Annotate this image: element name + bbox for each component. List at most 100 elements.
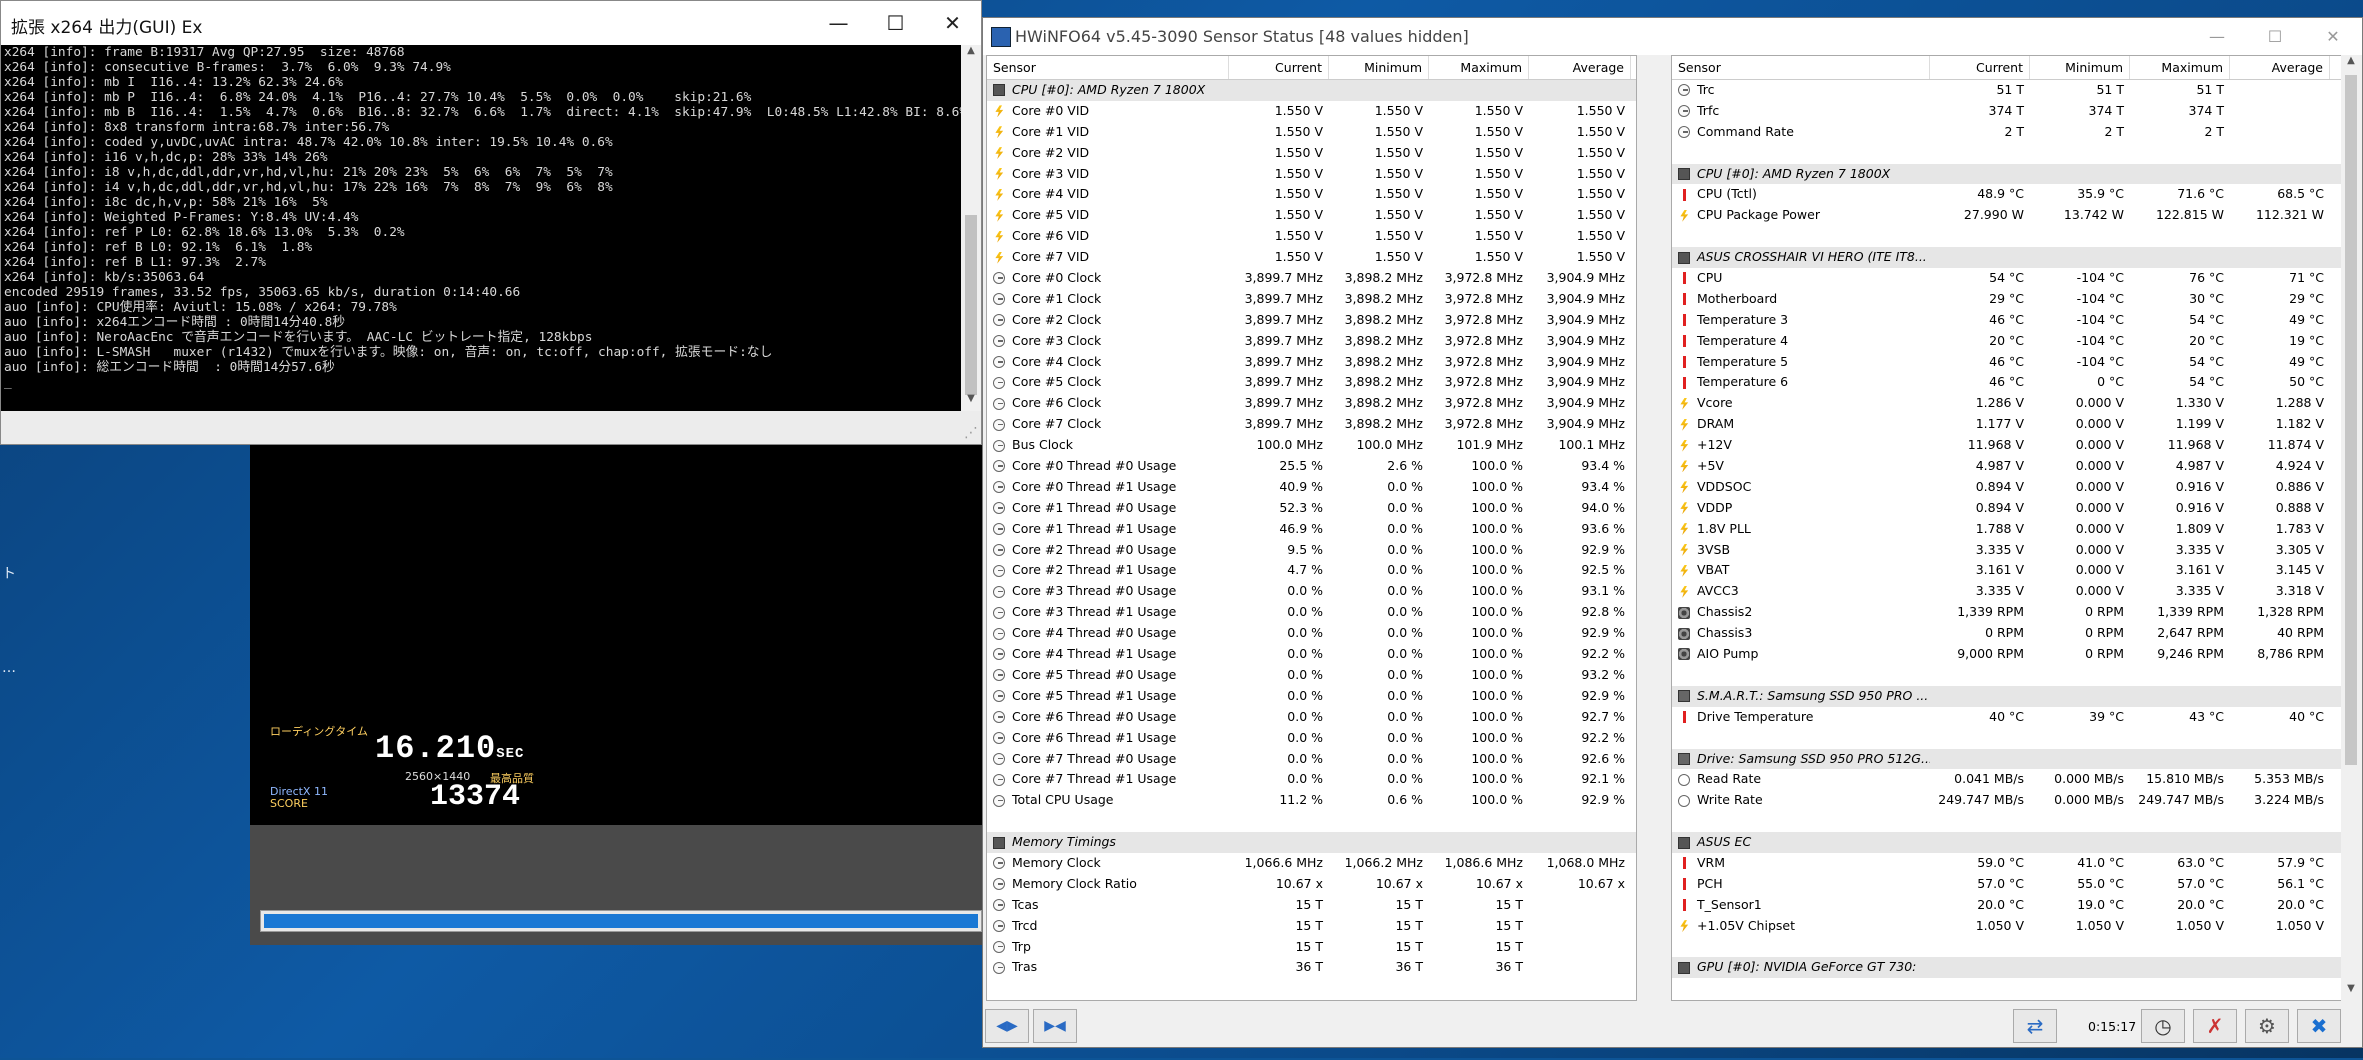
- sensor-row[interactable]: 3VSB 3.335 V 0.000 V 3.335 V 3.305 V: [1672, 540, 2360, 561]
- left-scrollbar[interactable]: [1637, 55, 1657, 1001]
- sensor-row[interactable]: Core #2 Clock 3,899.7 MHz 3,898.2 MHz 3,972…: [987, 310, 1636, 331]
- sensor-table-right[interactable]: Sensor Current Minimum Maximum Average Trc 51 …: [1671, 55, 2361, 1001]
- close-sensors-button[interactable]: ✖: [2297, 1009, 2341, 1043]
- sensor-row[interactable]: Core #7 Thread #0 Usage 0.0 % 0.0 % 100.0 %…: [987, 749, 1636, 770]
- column-header-minimum[interactable]: Minimum: [2030, 56, 2130, 79]
- nav-left-button[interactable]: ◀▶: [985, 1009, 1029, 1043]
- sensor-row[interactable]: +12V 11.968 V 0.000 V 11.968 V 11.874 V: [1672, 435, 2360, 456]
- sensor-row[interactable]: Vcore 1.286 V 0.000 V 1.330 V 1.288 V: [1672, 393, 2360, 414]
- sensor-row[interactable]: +1.05V Chipset 1.050 V 1.050 V 1.050 V 1.050…: [1672, 916, 2360, 937]
- sensor-row[interactable]: Temperature 6 46 °C 0 °C 54 °C 50 °C: [1672, 372, 2360, 393]
- sensor-row[interactable]: Drive Temperature 40 °C 39 °C 43 °C 40 °C: [1672, 707, 2360, 728]
- sensor-row[interactable]: Trc 51 T 51 T 51 T: [1672, 80, 2360, 101]
- sensor-row[interactable]: Core #5 Thread #1 Usage 0.0 % 0.0 % 100.0 %…: [987, 686, 1636, 707]
- maximize-button[interactable]: ☐: [2246, 18, 2304, 55]
- column-header-minimum[interactable]: Minimum: [1329, 56, 1429, 79]
- column-header-average[interactable]: Average: [2230, 56, 2330, 79]
- sensor-row[interactable]: Core #7 Clock 3,899.7 MHz 3,898.2 MHz 3,972…: [987, 414, 1636, 435]
- title-bar[interactable]: HWiNFO64 v5.45-3090 Sensor Status [48 va…: [983, 18, 2362, 55]
- sensor-row[interactable]: Core #1 Thread #1 Usage 46.9 % 0.0 % 100.0 …: [987, 519, 1636, 540]
- sensor-row[interactable]: Core #0 VID 1.550 V 1.550 V 1.550 V 1.550 V: [987, 101, 1636, 122]
- scrollbar-thumb[interactable]: [2345, 75, 2357, 765]
- right-scrollbar[interactable]: ▲ ▼: [2341, 55, 2361, 1001]
- sensor-row[interactable]: Core #1 VID 1.550 V 1.550 V 1.550 V 1.550 V: [987, 122, 1636, 143]
- sensor-row[interactable]: Tras 36 T 36 T 36 T: [987, 957, 1636, 978]
- sensor-group-row[interactable]: CPU [#0]: AMD Ryzen 7 1800X: [987, 80, 1636, 101]
- sensor-row[interactable]: AVCC3 3.335 V 0.000 V 3.335 V 3.318 V: [1672, 581, 2360, 602]
- sensor-row[interactable]: Core #3 Thread #1 Usage 0.0 % 0.0 % 100.0 %…: [987, 602, 1636, 623]
- clock-button[interactable]: ◷: [2141, 1009, 2185, 1043]
- sensor-row[interactable]: Core #3 Clock 3,899.7 MHz 3,898.2 MHz 3,972…: [987, 331, 1636, 352]
- sensor-table-left[interactable]: Sensor Current Minimum Maximum Average CPU [#…: [986, 55, 1637, 1001]
- sensor-group-row[interactable]: GPU [#0]: NVIDIA GeForce GT 730:: [1672, 957, 2360, 979]
- column-header-current[interactable]: Current: [1229, 56, 1329, 79]
- sensor-row[interactable]: AIO Pump 9,000 RPM 0 RPM 9,246 RPM 8,786 RPM: [1672, 644, 2360, 665]
- sensor-row[interactable]: Memory Clock Ratio 10.67 x 10.67 x 10.67 x 1…: [987, 874, 1636, 895]
- sensor-row[interactable]: Trfc 374 T 374 T 374 T: [1672, 101, 2360, 122]
- sensor-row[interactable]: VRM 59.0 °C 41.0 °C 63.0 °C 57.9 °C: [1672, 853, 2360, 874]
- sensor-row[interactable]: VDDSOC 0.894 V 0.000 V 0.916 V 0.886 V: [1672, 477, 2360, 498]
- sensor-row[interactable]: Core #0 Thread #0 Usage 25.5 % 2.6 % 100.0 …: [987, 456, 1636, 477]
- sensor-row[interactable]: Temperature 3 46 °C -104 °C 54 °C 49 °C: [1672, 310, 2360, 331]
- sensor-group-row[interactable]: Drive: Samsung SSD 950 PRO 512G...: [1672, 748, 2360, 770]
- sensor-row[interactable]: Core #6 VID 1.550 V 1.550 V 1.550 V 1.550 V: [987, 226, 1636, 247]
- sensor-row[interactable]: Core #2 Thread #1 Usage 4.7 % 0.0 % 100.0 %…: [987, 560, 1636, 581]
- column-header-sensor[interactable]: Sensor: [987, 56, 1229, 79]
- console-output[interactable]: x264 [info]: frame B:19317 Avg QP:27.95 …: [1, 45, 961, 411]
- sensor-row[interactable]: Trp 15 T 15 T 15 T: [987, 937, 1636, 958]
- sensor-row[interactable]: 1.8V PLL 1.788 V 0.000 V 1.809 V 1.783 V: [1672, 519, 2360, 540]
- sensor-row[interactable]: Core #7 Thread #1 Usage 0.0 % 0.0 % 100.0 %…: [987, 769, 1636, 790]
- column-header-current[interactable]: Current: [1930, 56, 2030, 79]
- sensor-row[interactable]: Tcas 15 T 15 T 15 T: [987, 895, 1636, 916]
- sensor-row[interactable]: Core #7 VID 1.550 V 1.550 V 1.550 V 1.550 V: [987, 247, 1636, 268]
- sensor-row[interactable]: Temperature 4 20 °C -104 °C 20 °C 19 °C: [1672, 331, 2360, 352]
- column-header-sensor[interactable]: Sensor: [1672, 56, 1930, 79]
- sensor-row[interactable]: Temperature 5 46 °C -104 °C 54 °C 49 °C: [1672, 352, 2360, 373]
- sensor-row[interactable]: Core #4 Thread #1 Usage 0.0 % 0.0 % 100.0 %…: [987, 644, 1636, 665]
- nav-right-button[interactable]: ▶◀: [1033, 1009, 1077, 1043]
- scrollbar-thumb[interactable]: [965, 215, 977, 395]
- sensor-row[interactable]: Bus Clock 100.0 MHz 100.0 MHz 101.9 MHz 100.…: [987, 435, 1636, 456]
- sensor-row[interactable]: T_Sensor1 20.0 °C 19.0 °C 20.0 °C 20.0 °C: [1672, 895, 2360, 916]
- sensor-row[interactable]: Core #4 VID 1.550 V 1.550 V 1.550 V 1.550 V: [987, 184, 1636, 205]
- column-header-average[interactable]: Average: [1529, 56, 1631, 79]
- sensor-row[interactable]: CPU (Tctl) 48.9 °C 35.9 °C 71.6 °C 68.5 °C: [1672, 184, 2360, 205]
- sensor-row[interactable]: Core #6 Clock 3,899.7 MHz 3,898.2 MHz 3,972…: [987, 393, 1636, 414]
- title-bar[interactable]: 拡張 x264 出力(GUI) Ex — ☐ ✕: [1, 1, 981, 45]
- sensor-row[interactable]: Chassis3 0 RPM 0 RPM 2,647 RPM 40 RPM: [1672, 623, 2360, 644]
- sensor-group-row[interactable]: ASUS EC: [1672, 832, 2360, 853]
- close-button[interactable]: ✕: [924, 1, 981, 45]
- sensor-row[interactable]: VBAT 3.161 V 0.000 V 3.161 V 3.145 V: [1672, 560, 2360, 581]
- minimize-button[interactable]: —: [810, 1, 867, 45]
- sensor-row[interactable]: Core #3 Thread #0 Usage 0.0 % 0.0 % 100.0 %…: [987, 581, 1636, 602]
- sensor-row[interactable]: Core #2 Thread #0 Usage 9.5 % 0.0 % 100.0 %…: [987, 540, 1636, 561]
- sensor-row[interactable]: Core #4 Clock 3,899.7 MHz 3,898.2 MHz 3,972…: [987, 352, 1636, 373]
- sensor-row[interactable]: Core #0 Thread #1 Usage 40.9 % 0.0 % 100.0 …: [987, 477, 1636, 498]
- network-button[interactable]: ⇄: [2013, 1009, 2057, 1043]
- sensor-row[interactable]: Trcd 15 T 15 T 15 T: [987, 916, 1636, 937]
- console-scrollbar[interactable]: ▲ ▼: [961, 45, 981, 411]
- sensor-row[interactable]: Core #5 Thread #0 Usage 0.0 % 0.0 % 100.0 %…: [987, 665, 1636, 686]
- scroll-down-icon[interactable]: ▼: [961, 393, 981, 411]
- sensor-row[interactable]: Core #6 Thread #0 Usage 0.0 % 0.0 % 100.0 %…: [987, 707, 1636, 728]
- sensor-row[interactable]: Motherboard 29 °C -104 °C 30 °C 29 °C: [1672, 289, 2360, 310]
- scroll-up-icon[interactable]: ▲: [2341, 55, 2361, 73]
- x264-output-window[interactable]: 拡張 x264 出力(GUI) Ex — ☐ ✕ x264 [info]: fr…: [0, 0, 982, 445]
- sensor-row[interactable]: Read Rate 0.041 MB/s 0.000 MB/s 15.810 MB/s…: [1672, 769, 2360, 790]
- column-header-maximum[interactable]: Maximum: [1429, 56, 1529, 79]
- scroll-down-icon[interactable]: ▼: [2341, 983, 2361, 1001]
- sensor-row[interactable]: Core #3 VID 1.550 V 1.550 V 1.550 V 1.550 V: [987, 164, 1636, 185]
- sensor-row[interactable]: VDDP 0.894 V 0.000 V 0.916 V 0.888 V: [1672, 498, 2360, 519]
- sensor-row[interactable]: Core #5 VID 1.550 V 1.550 V 1.550 V 1.550 V: [987, 205, 1636, 226]
- sensor-row[interactable]: Core #1 Thread #0 Usage 52.3 % 0.0 % 100.0 …: [987, 498, 1636, 519]
- sensor-row[interactable]: Core #0 Clock 3,899.7 MHz 3,898.2 MHz 3,972…: [987, 268, 1636, 289]
- resize-grip-icon[interactable]: ⋰: [964, 425, 978, 441]
- column-header-maximum[interactable]: Maximum: [2130, 56, 2230, 79]
- hwinfo-sensor-window[interactable]: HWiNFO64 v5.45-3090 Sensor Status [48 va…: [982, 17, 2363, 1048]
- sensor-row[interactable]: Chassis2 1,339 RPM 0 RPM 1,339 RPM 1,328 RPM: [1672, 602, 2360, 623]
- sensor-row[interactable]: Core #6 Thread #1 Usage 0.0 % 0.0 % 100.0 %…: [987, 728, 1636, 749]
- scroll-up-icon[interactable]: ▲: [961, 45, 981, 63]
- sensor-row[interactable]: Core #1 Clock 3,899.7 MHz 3,898.2 MHz 3,972…: [987, 289, 1636, 310]
- settings-button[interactable]: ⚙: [2245, 1009, 2289, 1043]
- sensor-row[interactable]: DRAM 1.177 V 0.000 V 1.199 V 1.182 V: [1672, 414, 2360, 435]
